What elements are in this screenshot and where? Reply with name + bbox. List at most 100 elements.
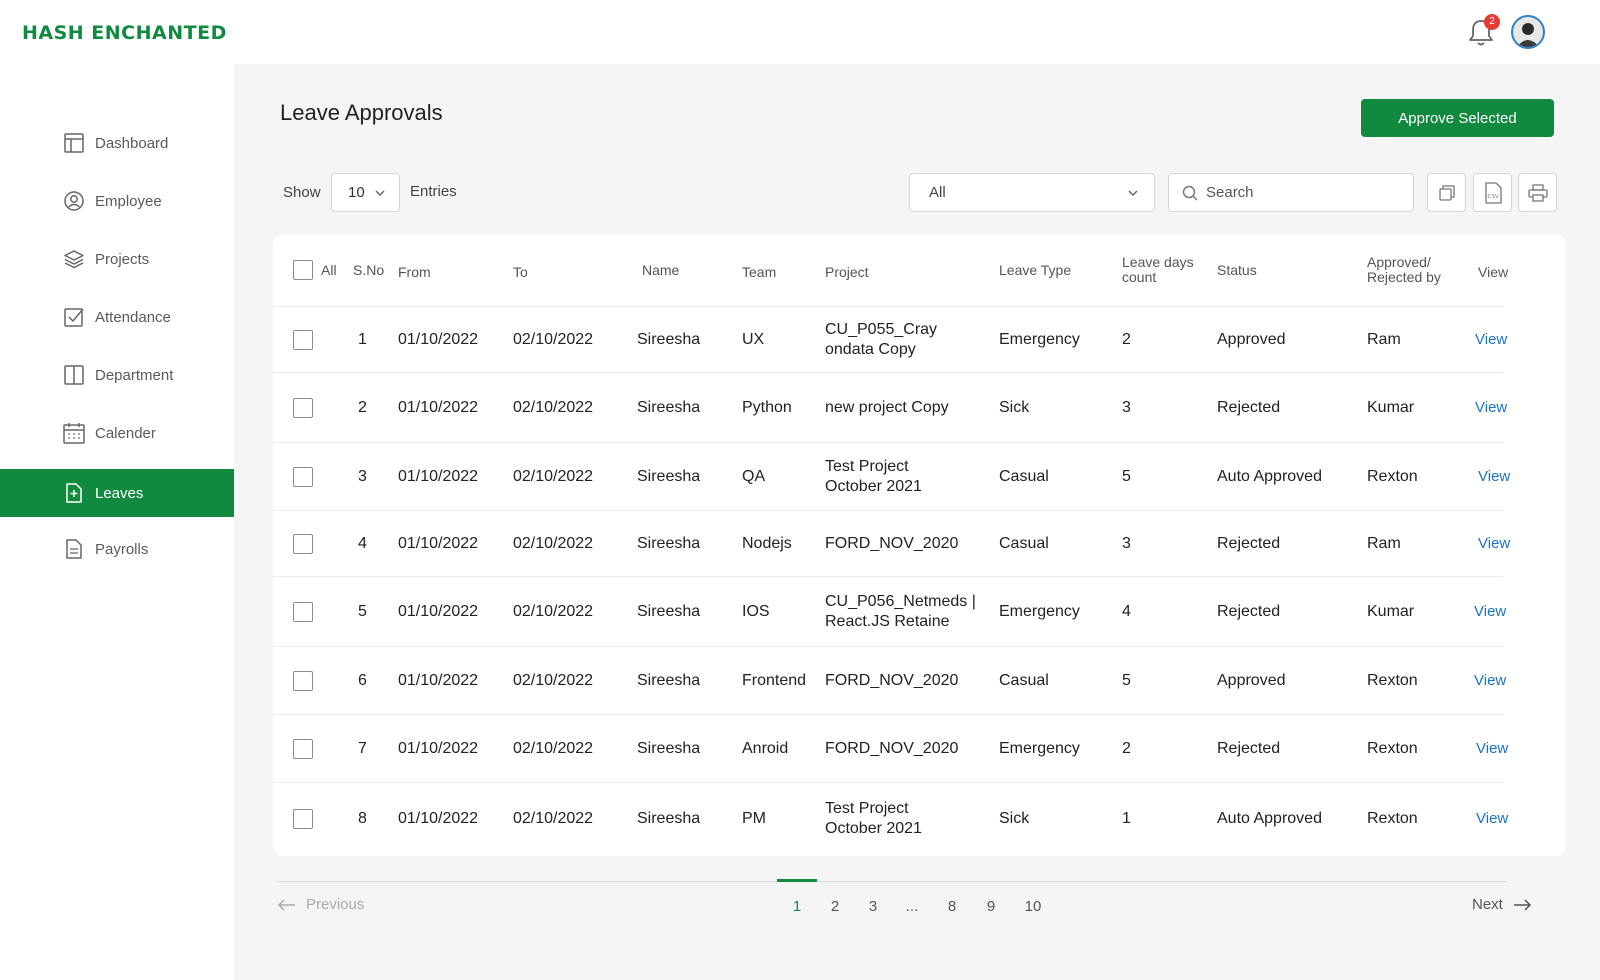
cell-status: Rejected (1217, 398, 1281, 416)
cell-name: Sireesha (637, 739, 701, 757)
cell-sno: 2 (358, 398, 367, 416)
header-all: All (321, 261, 337, 278)
cell-leave-type: Casual (999, 671, 1049, 689)
project-line2: October 2021 (825, 477, 922, 495)
sidebar-item-label: Leaves (95, 484, 144, 502)
view-link[interactable]: View (1475, 307, 1507, 372)
cell-status: Auto Approved (1217, 467, 1322, 485)
entries-per-page-select[interactable]: 10 (331, 173, 400, 212)
view-link[interactable]: View (1478, 511, 1510, 576)
cell-approved-by: Rexton (1367, 467, 1418, 485)
cell-to: 02/10/2022 (513, 671, 594, 689)
view-link[interactable]: View (1478, 443, 1510, 510)
cell-days: 1 (1122, 809, 1131, 827)
header-status[interactable]: Status (1217, 234, 1257, 306)
cell-team: PM (742, 809, 766, 827)
cell-team: Frontend (742, 671, 807, 689)
select-all-checkbox[interactable] (293, 234, 313, 306)
view-link[interactable]: View (1476, 715, 1508, 782)
cell-project: CU_P056_Netmeds | React.JS Retaine (825, 577, 976, 646)
copy-button[interactable] (1427, 173, 1466, 212)
brand-logo[interactable]: HASH ENCHANTED (22, 22, 227, 44)
checkbox-icon (64, 308, 84, 327)
cell-to: 02/10/2022 (513, 467, 594, 485)
checkbox[interactable] (293, 260, 313, 280)
page-10[interactable]: 10 (1018, 898, 1048, 915)
next-label: Next (1472, 896, 1503, 913)
dashboard-icon (64, 133, 84, 153)
cell-from: 01/10/2022 (398, 602, 479, 620)
page-3[interactable]: 3 (858, 898, 888, 915)
sidebar-item-dashboard[interactable]: Dashboard (0, 119, 234, 167)
sidebar-item-attendance[interactable]: Attendance (0, 293, 234, 341)
next-page-button[interactable]: Next (1472, 896, 1531, 913)
page-8[interactable]: 8 (937, 898, 967, 915)
header-leave-days-line2: count (1122, 269, 1157, 285)
cell-days: 2 (1122, 739, 1131, 757)
sidebar-item-department[interactable]: Department (0, 351, 234, 399)
arrow-right-icon (1513, 898, 1531, 911)
row-checkbox[interactable] (293, 808, 313, 829)
cell-project: CU_P055_Cray ondata Copy (825, 307, 937, 372)
header-team[interactable]: Team (742, 234, 776, 306)
cell-sno: 4 (358, 534, 367, 552)
row-checkbox[interactable] (293, 601, 313, 622)
view-link[interactable]: View (1474, 577, 1506, 646)
cell-from: 01/10/2022 (398, 534, 479, 552)
notification-badge: 2 (1484, 14, 1500, 30)
previous-page-button[interactable]: Previous (278, 896, 364, 913)
cell-from: 01/10/2022 (398, 809, 479, 827)
cell-status: Rejected (1217, 602, 1281, 620)
sidebar-item-label: Payrolls (95, 540, 149, 558)
table-row: 3 01/10/2022 02/10/2022 Sireesha QA Test… (273, 442, 1510, 510)
header-from[interactable]: From (398, 234, 431, 306)
row-checkbox[interactable] (293, 533, 313, 554)
cell-team: QA (742, 467, 766, 485)
header-approved-line2: Rejected by (1367, 269, 1441, 285)
page-2[interactable]: 2 (820, 898, 850, 915)
header-project[interactable]: Project (825, 234, 869, 306)
status-filter-select[interactable]: All (909, 173, 1155, 212)
search-input[interactable] (1206, 184, 1396, 201)
header-to[interactable]: To (513, 234, 528, 306)
sidebar-item-calender[interactable]: Calender (0, 409, 234, 457)
active-page-indicator (777, 879, 817, 882)
columns-icon (64, 365, 84, 385)
cell-name: Sireesha (637, 602, 701, 620)
header-name[interactable]: Name (642, 234, 679, 306)
cell-leave-type: Emergency (999, 739, 1080, 757)
cell-sno: 8 (358, 809, 367, 827)
cell-leave-type: Casual (999, 534, 1049, 552)
view-link[interactable]: View (1474, 647, 1506, 714)
cell-project: FORD_NOV_2020 (825, 739, 959, 757)
sidebar-item-payrolls[interactable]: Payrolls (0, 525, 234, 573)
sidebar-item-employee[interactable]: Employee (0, 177, 234, 225)
print-button[interactable] (1518, 173, 1557, 212)
header-approved-by[interactable]: Approved/ Rejected by (1367, 234, 1441, 306)
view-link[interactable]: View (1475, 373, 1507, 442)
cell-status: Auto Approved (1217, 809, 1322, 827)
row-checkbox[interactable] (293, 670, 313, 691)
page-9[interactable]: 9 (976, 898, 1006, 915)
row-checkbox[interactable] (293, 329, 313, 350)
row-checkbox[interactable] (293, 466, 313, 487)
approve-selected-button[interactable]: Approve Selected (1361, 99, 1554, 137)
user-avatar[interactable] (1511, 15, 1545, 49)
row-checkbox[interactable] (293, 738, 313, 759)
sidebar-item-projects[interactable]: Projects (0, 235, 234, 283)
cell-status: Approved (1217, 671, 1286, 689)
header-leave-days[interactable]: Leave days count (1122, 234, 1194, 306)
page-1[interactable]: 1 (782, 898, 812, 915)
sidebar-item-leaves[interactable]: Leaves (0, 469, 234, 517)
cell-leave-type: Sick (999, 398, 1030, 416)
project-line1: CU_P056_Netmeds | (825, 592, 976, 610)
row-checkbox[interactable] (293, 397, 313, 418)
header-sno[interactable]: S.No (353, 234, 384, 306)
sidebar-item-label: Employee (95, 192, 162, 210)
project-line1: CU_P055_Cray (825, 320, 938, 338)
cell-team: Python (742, 398, 792, 416)
csv-export-button[interactable]: CSV (1473, 173, 1512, 212)
sidebar-item-label: Attendance (95, 308, 171, 326)
header-leave-type[interactable]: Leave Type (999, 234, 1071, 306)
view-link[interactable]: View (1476, 783, 1508, 854)
